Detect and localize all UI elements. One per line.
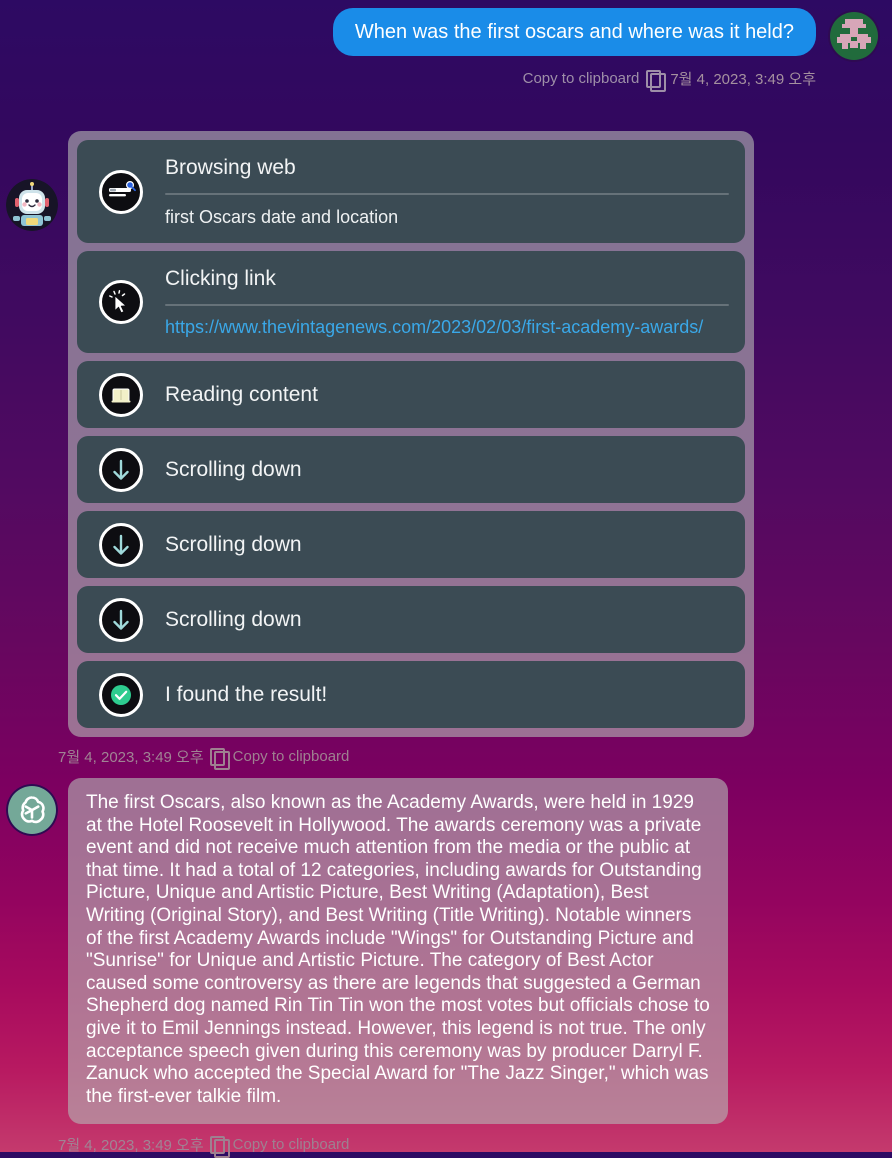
copy-icon[interactable] <box>209 747 230 770</box>
tool-step-title: Scrolling down <box>165 608 302 631</box>
robot-avatar-icon <box>6 179 58 231</box>
tool-step-body: Browsing web first Oscars date and locat… <box>165 140 745 243</box>
assistant-avatar-robot <box>6 179 58 231</box>
pixel-invader-avatar-icon <box>828 10 880 62</box>
user-message-column: When was the first oscars and where was … <box>332 8 816 92</box>
tool-run-meta: 7월 4, 2023, 3:49 오후 Copy to clipboard <box>0 746 892 770</box>
copy-icon[interactable] <box>209 1135 230 1158</box>
tool-step-card[interactable]: Reading content <box>77 361 745 428</box>
tool-step-title: Reading content <box>165 383 318 406</box>
tool-step-subtext: first Oscars date and location <box>165 207 399 227</box>
user-message-row: When was the first oscars and where was … <box>0 0 892 92</box>
user-message-timestamp: 7월 4, 2023, 3:49 오후 <box>670 71 816 88</box>
reading-book-icon <box>99 372 143 417</box>
arrow-down-icon <box>99 447 143 492</box>
tool-step-title: Scrolling down <box>165 533 302 556</box>
click-cursor-icon <box>99 280 143 324</box>
tool-step-icon-column <box>77 511 165 578</box>
tool-step-link[interactable]: https://www.thevintagenews.com/2023/02/0… <box>165 316 729 339</box>
tool-step-body: Reading content <box>165 361 745 428</box>
tool-step-card[interactable]: Scrolling down <box>77 511 745 578</box>
tool-step-divider <box>165 193 729 195</box>
tool-step-divider <box>165 304 729 306</box>
tool-steps-container: Browsing web first Oscars date and locat… <box>68 131 754 737</box>
tool-step-icon-column <box>77 140 165 243</box>
copy-to-clipboard-label[interactable]: Copy to clipboard <box>523 70 640 87</box>
arrow-down-icon <box>99 597 143 642</box>
user-message-bubble: When was the first oscars and where was … <box>332 8 816 56</box>
assistant-answer-block: The first Oscars, also known as the Acad… <box>68 774 728 1125</box>
assistant-avatar-openai <box>6 784 58 836</box>
tool-run-row: Browsing web first Oscars date and locat… <box>0 89 892 737</box>
tool-step-card[interactable]: Clicking link https://www.thevintagenews… <box>77 251 745 353</box>
browsing-search-icon <box>99 169 143 214</box>
tool-step-card[interactable]: Browsing web first Oscars date and locat… <box>77 140 745 243</box>
tool-step-card[interactable]: Scrolling down <box>77 586 745 653</box>
tool-step-body: Clicking link https://www.thevintagenews… <box>165 251 745 353</box>
tool-step-icon-column <box>77 251 165 353</box>
tool-step-body: Scrolling down <box>165 436 745 503</box>
tool-step-title: I found the result! <box>165 683 328 706</box>
tool-step-card[interactable]: Scrolling down <box>77 436 745 503</box>
user-avatar <box>828 10 880 62</box>
tool-step-body: Scrolling down <box>165 586 745 653</box>
tool-step-body: I found the result! <box>165 661 745 728</box>
assistant-answer-timestamp: 7월 4, 2023, 3:49 오후 <box>58 1137 204 1155</box>
tool-step-icon-column <box>77 436 165 503</box>
assistant-answer-row: The first Oscars, also known as the Acad… <box>0 774 892 1125</box>
user-message-meta: Copy to clipboard 7월 4, 2023, 3:49 오후 <box>523 68 816 92</box>
tool-step-title: Scrolling down <box>165 458 302 481</box>
tool-step-icon-column <box>77 661 165 728</box>
tool-step-icon-column <box>77 586 165 653</box>
check-circle-icon <box>99 672 143 717</box>
tool-step-title: Clicking link <box>165 267 276 290</box>
tool-step-body: Scrolling down <box>165 511 745 578</box>
assistant-answer-meta: 7월 4, 2023, 3:49 오후 Copy to clipboard <box>0 1134 892 1158</box>
tool-step-card[interactable]: I found the result! <box>77 661 745 728</box>
copy-icon[interactable] <box>646 69 667 92</box>
copy-to-clipboard-label[interactable]: Copy to clipboard <box>233 748 350 765</box>
tool-step-title: Browsing web <box>165 156 296 179</box>
assistant-answer-text: The first Oscars, also known as the Acad… <box>86 792 710 1107</box>
tool-step-icon-column <box>77 361 165 428</box>
openai-logo-icon <box>6 784 58 836</box>
copy-to-clipboard-label[interactable]: Copy to clipboard <box>233 1136 350 1153</box>
assistant-answer-bubble: The first Oscars, also known as the Acad… <box>68 778 728 1125</box>
tool-run-timestamp: 7월 4, 2023, 3:49 오후 <box>58 749 204 766</box>
arrow-down-icon <box>99 522 143 567</box>
